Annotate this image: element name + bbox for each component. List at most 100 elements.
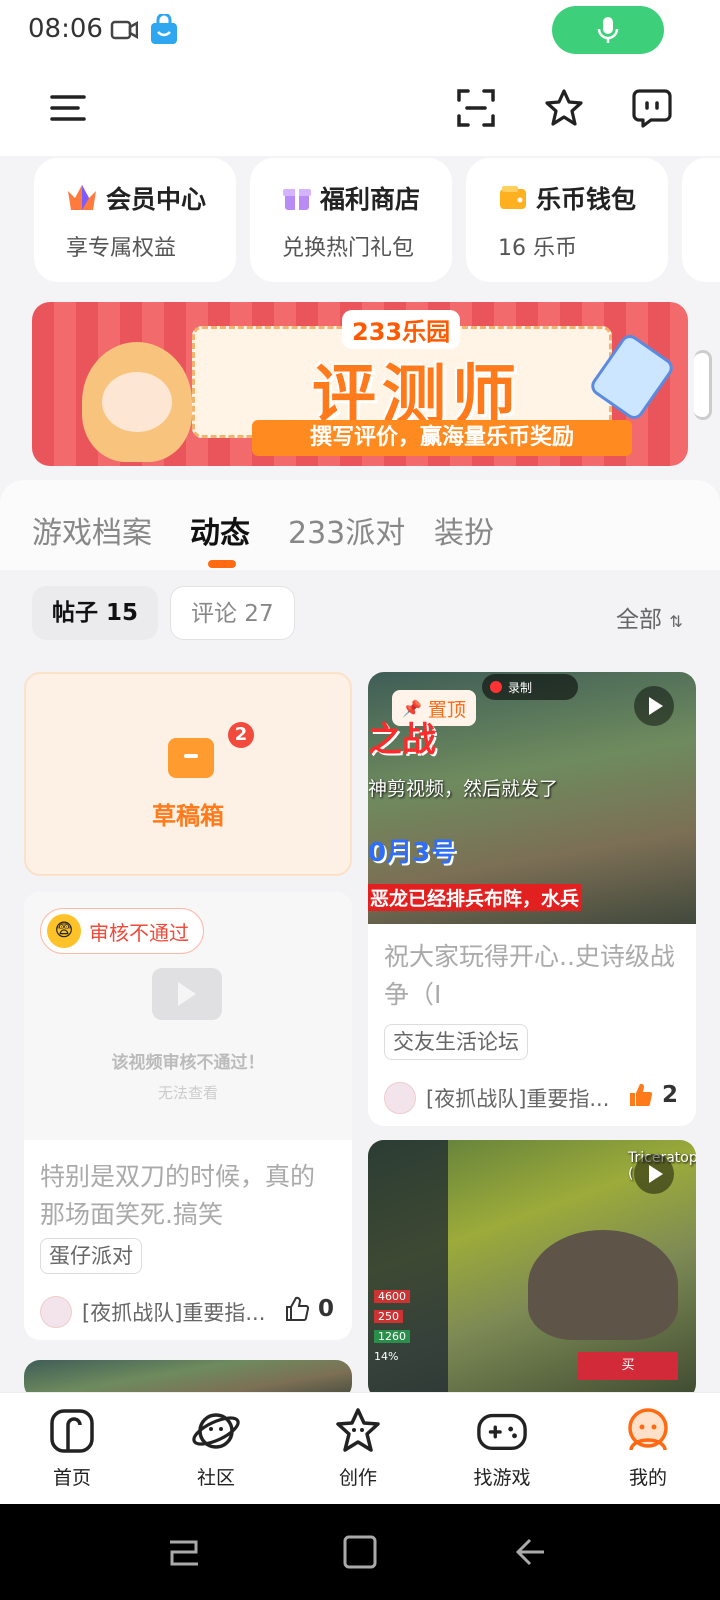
nav-find-games[interactable]: 找游戏: [452, 1405, 552, 1490]
card-subtitle: 16 乐币: [498, 236, 577, 261]
top-toolbar: [0, 64, 720, 156]
messages-button[interactable]: [628, 84, 676, 132]
author-name: [夜抓战队]重要指...: [426, 1087, 610, 1111]
welfare-shop-card[interactable]: 福利商店 兑换热门礼包: [250, 158, 452, 282]
status-time: 08:06: [28, 14, 103, 44]
recording-indicator: 录制: [482, 674, 578, 700]
draft-box-label: 草稿箱: [152, 802, 224, 830]
bottom-navigation: 首页 社区 创作 找游戏 我的: [0, 1392, 720, 1504]
post-tag[interactable]: 蛋仔派对: [40, 1238, 142, 1274]
gift-icon: [283, 189, 311, 210]
like-count: 2: [661, 1082, 678, 1108]
banner-tagline: 撰写评价，赢海量乐币奖励: [252, 420, 632, 456]
nav-label: 我的: [628, 1467, 667, 1489]
thumbs-up-outline-icon: [285, 1296, 310, 1321]
rejected-video-placeholder: 😨 审核不通过 该视频审核不通过！ 无法查看: [24, 892, 352, 1140]
gamepad-icon: [477, 1413, 527, 1451]
blocked-video-icon: [152, 968, 222, 1020]
tab-233-party[interactable]: 233派对: [288, 508, 405, 552]
nav-label: 社区: [196, 1467, 235, 1489]
nav-me[interactable]: 我的: [598, 1405, 698, 1490]
coin-wallet-card[interactable]: 乐币钱包 16 乐币: [466, 158, 668, 282]
membership-center-card[interactable]: 会员中心 享专属权益: [34, 158, 236, 282]
game-side-panel: 4600 250 1260 14%: [368, 1140, 448, 1400]
sort-icon: ⇅: [669, 612, 683, 631]
review-failed-message: 该视频审核不通过！: [111, 1053, 265, 1073]
home-square-icon[interactable]: [342, 1534, 378, 1570]
profile-face-icon: [628, 1408, 668, 1451]
mascot-face: [102, 372, 172, 432]
video-camera-icon: [110, 20, 138, 40]
post-card-rejected[interactable]: 😨 审核不通过 该视频审核不通过！ 无法查看 特别是双刀的时候，真的那场面笑死.…: [24, 892, 352, 1340]
card-subtitle: 享专属权益: [66, 236, 177, 261]
tab-outfit[interactable]: 装扮: [434, 508, 494, 552]
like-button[interactable]: 0: [284, 1296, 334, 1322]
post-card-triceratops[interactable]: 4600 250 1260 14% Triceratops ( 买: [368, 1140, 696, 1400]
overlay-line: 恶龙已经排兵布阵，水兵: [368, 884, 582, 911]
play-icon[interactable]: [634, 1154, 674, 1194]
scan-button[interactable]: [452, 84, 500, 132]
quick-cards-row: 会员中心 享专属权益 福利商店 兑换热门礼包 乐币钱包 16 乐币: [0, 156, 720, 292]
card-title: 乐币钱包: [536, 185, 637, 214]
overlay-line: 0月3号: [368, 838, 457, 868]
scan-icon: [457, 89, 495, 127]
tab-game-archive[interactable]: 游戏档案: [32, 508, 152, 552]
video-thumbnail: 4600 250 1260 14% Triceratops ( 买: [368, 1140, 696, 1400]
post-tag[interactable]: 交友生活论坛: [384, 1024, 528, 1060]
planet-icon: [192, 1413, 240, 1449]
wallet-icon: [500, 186, 526, 209]
post-title: 祝大家玩得开心..史诗级战争（I: [384, 942, 675, 1009]
draft-box-icon: [168, 738, 214, 778]
review-failed-label: 审核不通过: [89, 920, 189, 945]
reviewer-promo-banner[interactable]: 233乐园 评测师 撰写评价，赢海量乐币奖励: [32, 302, 688, 466]
avatar: [40, 1296, 72, 1328]
draft-count-badge: 2: [228, 722, 254, 748]
stat-value: 14%: [374, 1350, 399, 1363]
nav-create[interactable]: 创作: [308, 1405, 408, 1490]
more-card-peek[interactable]: [682, 158, 720, 282]
avatar: [384, 1082, 416, 1114]
favorites-button[interactable]: [540, 84, 588, 132]
video-thumbnail: 录制 📌 置顶 之战 神剪视频，然后就发了 0月3号 恶龙已经排兵布阵，水兵: [368, 672, 696, 924]
filter-all-label: 全部: [616, 607, 662, 633]
post-title: 特别是双刀的时候，真的那场面笑死.搞笑: [40, 1162, 316, 1229]
chat-bubble-icon: [632, 89, 672, 128]
back-arrow-icon[interactable]: [514, 1534, 550, 1570]
banner-next-peek: [694, 350, 712, 420]
draft-box-card[interactable]: 2 草稿箱: [24, 672, 352, 876]
nav-label: 首页: [52, 1467, 91, 1489]
like-count: 0: [317, 1296, 334, 1322]
overlay-line: 之战: [368, 720, 436, 760]
like-button[interactable]: 2: [628, 1082, 678, 1108]
nav-label: 找游戏: [473, 1467, 531, 1489]
author-name: [夜抓战队]重要指...: [82, 1301, 266, 1325]
post-author[interactable]: [夜抓战队]重要指...: [384, 1082, 609, 1114]
profile-tabs: 游戏档案 动态 233派对 装扮: [0, 480, 720, 570]
overlay-line: 神剪视频，然后就发了: [368, 778, 559, 800]
post-card-pinned[interactable]: 录制 📌 置顶 之战 神剪视频，然后就发了 0月3号 恶龙已经排兵布阵，水兵 祝…: [368, 672, 696, 1126]
star-sparkle-icon: [545, 89, 583, 126]
filter-comments[interactable]: 评论 27: [170, 586, 295, 640]
nav-community[interactable]: 社区: [166, 1405, 266, 1490]
menu-button[interactable]: [44, 84, 92, 132]
nav-home[interactable]: 首页: [22, 1405, 122, 1490]
buy-button[interactable]: 买: [578, 1352, 678, 1380]
card-title: 福利商店: [320, 185, 421, 214]
stat-value: 250: [374, 1310, 403, 1323]
recent-apps-icon[interactable]: [166, 1534, 202, 1570]
voice-input-button[interactable]: [552, 6, 664, 54]
play-icon[interactable]: [634, 686, 674, 726]
record-label: 录制: [508, 680, 533, 695]
filter-all-dropdown[interactable]: 全部 ⇅: [616, 600, 683, 634]
thumbs-up-filled-icon: [629, 1083, 653, 1106]
status-bar: 08:06: [0, 0, 720, 64]
home-icon: [50, 1409, 94, 1453]
review-failed-badge: 😨 审核不通过: [40, 908, 204, 954]
card-subtitle: 兑换热门礼包: [282, 236, 415, 261]
active-tab-indicator: [208, 560, 236, 568]
hamburger-menu-icon: [50, 95, 86, 121]
filter-posts[interactable]: 帖子 15: [32, 586, 159, 640]
worried-face-icon: 😨: [47, 914, 81, 948]
post-author[interactable]: [夜抓战队]重要指...: [40, 1296, 265, 1328]
tab-activity[interactable]: 动态: [190, 508, 250, 552]
